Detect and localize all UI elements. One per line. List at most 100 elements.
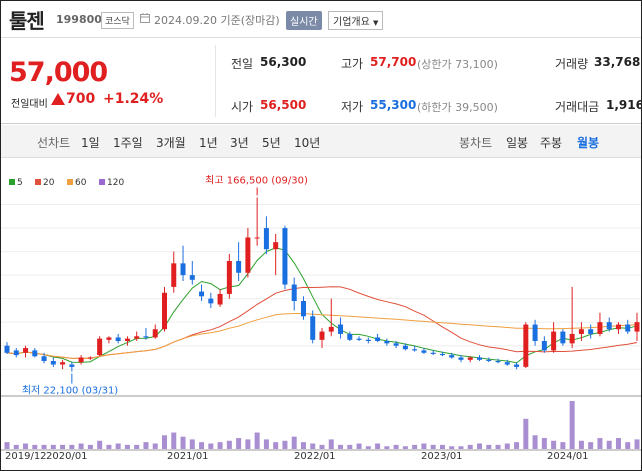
volume-bar: [504, 443, 510, 449]
volume-bar: [634, 439, 640, 449]
volume-bar: [319, 444, 325, 449]
candle-body: [477, 357, 482, 360]
volume-bar: [569, 401, 575, 449]
candle-body: [23, 348, 29, 353]
candle-body: [467, 357, 473, 360]
volume-bar: [393, 444, 399, 449]
candle-body: [606, 322, 612, 330]
volume-bar: [551, 440, 557, 449]
tab-10year[interactable]: 10년: [294, 134, 320, 151]
x-tick: 2024/01: [547, 451, 589, 462]
volume-bar: [588, 442, 594, 449]
tab-1day[interactable]: 1일: [81, 134, 100, 151]
candle-body: [338, 324, 344, 334]
open-value: 56,500: [260, 98, 307, 112]
volume-bar: [421, 443, 427, 449]
volume-bar: [134, 444, 140, 449]
tab-3year[interactable]: 3년: [230, 134, 249, 151]
candle-body: [578, 329, 584, 334]
candle-body: [69, 364, 75, 367]
volume-bar: [541, 438, 547, 449]
candle-body: [273, 242, 279, 250]
candle-body: [263, 228, 269, 250]
candle-body: [245, 237, 251, 273]
volume-bar: [69, 444, 75, 449]
volume-bar: [41, 444, 47, 449]
upper-limit: (상한가 73,100): [417, 58, 498, 71]
candles: [4, 197, 640, 372]
change-rate: +1.24%: [103, 91, 164, 107]
candle-body: [504, 362, 510, 365]
volume-bar: [615, 438, 621, 449]
x-tick: 2022/01: [294, 451, 336, 462]
volume-bar: [412, 444, 418, 449]
tab-weekly[interactable]: 주봉: [540, 134, 562, 151]
low-label: 저가: [341, 100, 364, 114]
volume-bar: [115, 443, 121, 449]
volume-bar: [495, 444, 501, 449]
volume-bar: [124, 444, 130, 449]
volume-bar: [375, 443, 381, 449]
volume-bar: [4, 442, 10, 449]
volume-bar: [236, 438, 242, 449]
candle-body: [106, 337, 112, 340]
volume-bar: [171, 432, 177, 449]
volume-bar: [97, 440, 103, 449]
company-info-dropdown[interactable]: 기업개요 ▼: [328, 11, 384, 30]
x-tick: 2023/01: [421, 451, 463, 462]
high-value: 57,700: [370, 55, 417, 69]
candle-body: [32, 350, 38, 357]
candle-body: [597, 322, 603, 334]
candle-body: [532, 324, 538, 341]
candle-body: [124, 338, 130, 341]
candle-body: [236, 261, 242, 273]
tab-monthly[interactable]: 월봉: [577, 134, 599, 151]
volume-bar: [13, 444, 19, 449]
realtime-button[interactable]: 실시간: [286, 11, 322, 30]
volume-bar: [430, 444, 436, 449]
tab-daily[interactable]: 일봉: [506, 134, 528, 151]
current-price: 57,000: [9, 57, 108, 88]
stock-chart-widget: 툴젠 199800 코스닥 2024.09.20 기준(장마감) 실시간 기업개…: [0, 0, 642, 471]
candle-body: [523, 324, 529, 367]
volume-bar: [384, 446, 390, 449]
candle-body: [412, 349, 418, 351]
candle-body: [254, 237, 260, 239]
volume-bar: [458, 446, 464, 449]
candle-body: [310, 316, 316, 340]
x-tick: 2021/01: [167, 451, 209, 462]
candle-body: [199, 291, 205, 297]
candle-body: [180, 263, 186, 276]
prev-close-value: 56,300: [260, 55, 307, 69]
candle-body: [569, 333, 575, 344]
amount-value: 1,916: [606, 98, 642, 112]
volume-bar: [199, 442, 205, 449]
volume-bar: [625, 442, 631, 449]
candle-body: [13, 350, 19, 356]
chart-tabs: 선차트 1일 1주일 3개월 1년 3년 5년 10년 봉차트 일봉 주봉 월봉: [1, 125, 641, 158]
tab-5year[interactable]: 5년: [262, 134, 281, 151]
lower-limit: (하한가 39,500): [417, 101, 498, 114]
tab-1week[interactable]: 1주일: [113, 134, 143, 151]
tab-3month[interactable]: 3개월: [156, 134, 186, 151]
volume-bar: [606, 440, 612, 449]
tab-1year[interactable]: 1년: [199, 134, 218, 151]
candlestick-chart[interactable]: 최고 166,500 (09/30) 최저 22,100 (03/31): [1, 171, 641, 451]
prev-close-label: 전일: [231, 57, 254, 71]
calendar-icon: [140, 13, 150, 23]
stock-code: 199800: [56, 13, 102, 26]
candle-body: [625, 324, 631, 332]
volume-bar: [300, 442, 306, 449]
candle-body: [393, 343, 399, 346]
quote-date: 2024.09.20 기준(장마감): [154, 14, 280, 27]
tab-line-chart[interactable]: 선차트: [37, 134, 70, 151]
tab-candle-chart[interactable]: 봉차트: [459, 134, 492, 151]
volume-bar: [106, 444, 112, 449]
volume-bar: [273, 442, 279, 449]
volume-bar: [449, 446, 455, 449]
low-value: 55,300: [370, 98, 417, 112]
high-annotation: 최고 166,500 (09/30): [205, 174, 308, 186]
volume-bar: [180, 436, 186, 449]
candle-body: [384, 341, 390, 344]
volume-bar: [217, 442, 223, 449]
